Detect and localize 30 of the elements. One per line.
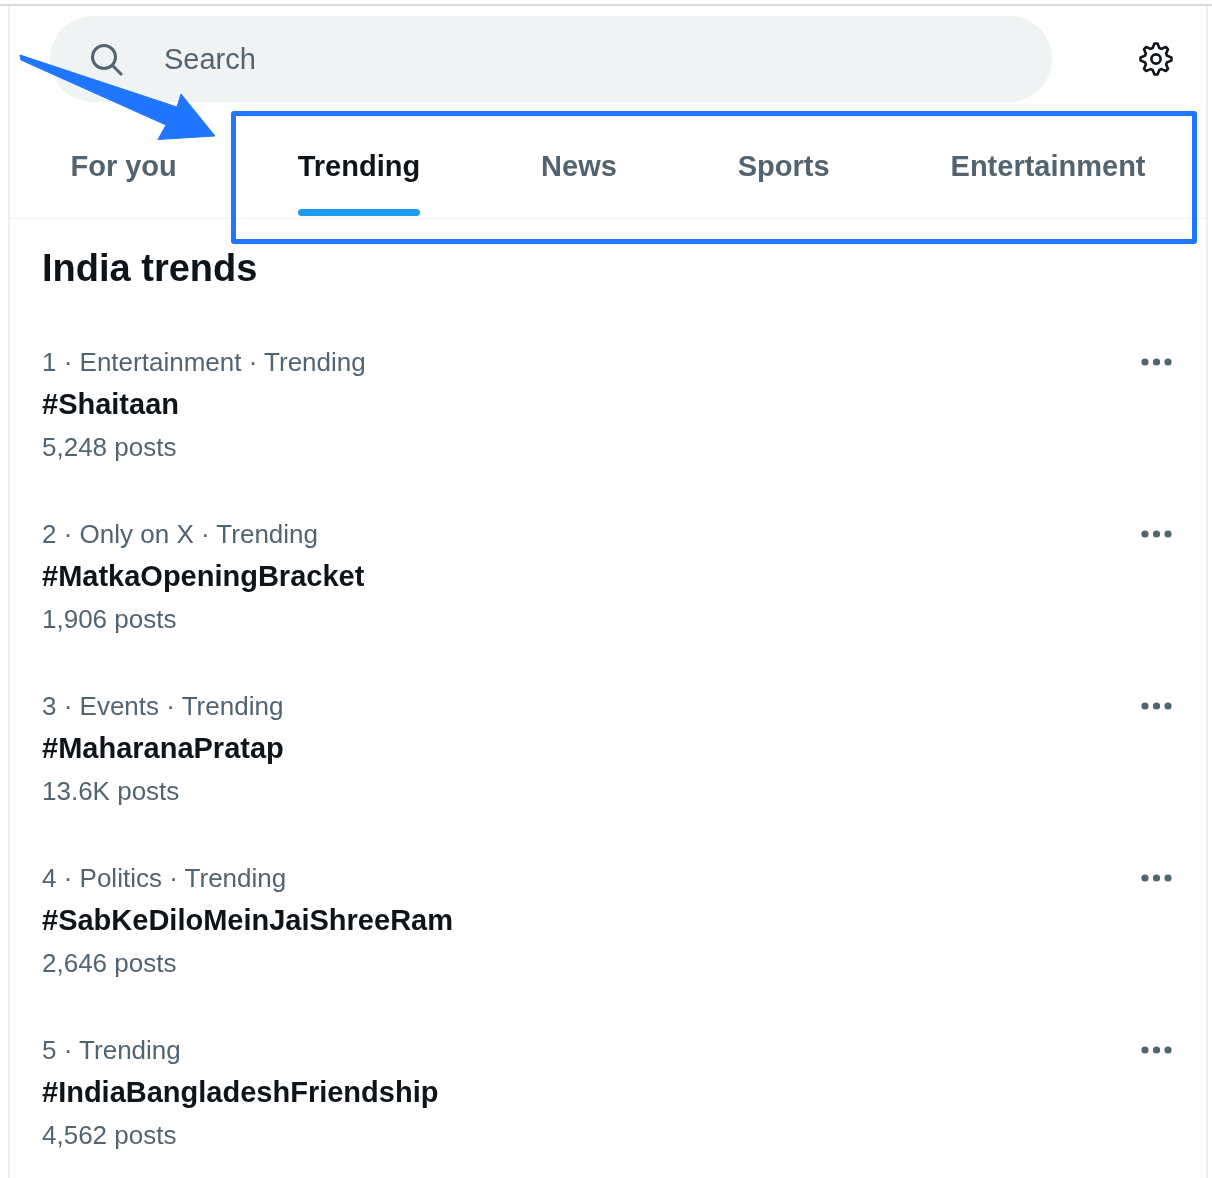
trend-title[interactable]: #MaharanaPratap — [42, 725, 1141, 771]
post-count: 4,562 posts — [42, 1119, 178, 1152]
trend-meta: 5 · Trending — [42, 1034, 182, 1067]
trend-meta: 2 · Only on X · Trending — [42, 518, 320, 551]
trend-title[interactable]: #MatkaOpeningBracket — [42, 553, 1141, 599]
tab[interactable]: Entertainment — [890, 143, 1206, 218]
post-count: 13.6K posts — [42, 775, 181, 808]
trend-title[interactable]: #SabKeDiloMeinJaiShreeRam — [42, 897, 1141, 943]
post-count: 2,646 posts — [42, 947, 178, 980]
more-icon[interactable] — [1141, 358, 1172, 366]
search-icon — [90, 42, 123, 76]
section-heading: India trends — [41, 246, 259, 291]
search-input[interactable]: Search — [164, 37, 1012, 81]
settings-icon[interactable] — [1138, 41, 1174, 77]
tab[interactable]: News — [480, 143, 678, 218]
tab[interactable]: Sports — [677, 143, 891, 218]
trend-title[interactable]: #Shaitaan — [42, 381, 1141, 427]
tab[interactable]: For you — [10, 143, 238, 218]
tab[interactable]: Trending — [237, 143, 481, 218]
more-icon[interactable] — [1141, 1046, 1172, 1054]
search-field[interactable]: Search — [50, 16, 1052, 102]
more-icon[interactable] — [1141, 874, 1172, 882]
trend-meta: 3 · Events · Trending — [42, 690, 285, 723]
more-icon[interactable] — [1141, 702, 1172, 710]
more-icon[interactable] — [1141, 530, 1172, 538]
post-count: 5,248 posts — [42, 431, 178, 464]
trend-meta: 4 · Politics · Trending — [42, 862, 288, 895]
post-count: 1,906 posts — [42, 603, 178, 636]
trend-title[interactable]: #IndiaBangladeshFriendship — [42, 1069, 1141, 1115]
trend-meta: 1 · Entertainment · Trending — [42, 346, 367, 379]
